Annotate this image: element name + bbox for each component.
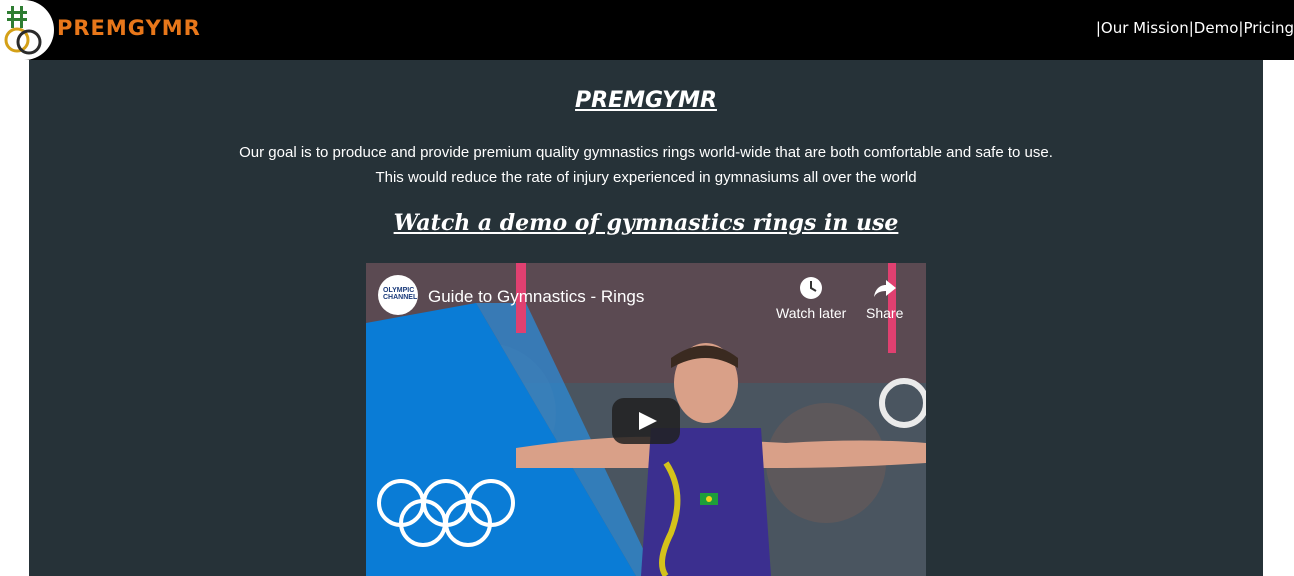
nav-item-our-mission[interactable]: Our Mission	[1101, 19, 1189, 37]
channel-avatar[interactable]: OLYMPIC CHANNEL	[378, 275, 418, 315]
watch-later-button[interactable]: Watch later	[776, 275, 846, 321]
channel-badge-text: OLYMPIC CHANNEL	[383, 287, 418, 301]
share-button[interactable]: Share	[866, 275, 903, 321]
video-embed[interactable]: OLYMPIC CHANNEL Guide to Gymnastics - Ri…	[366, 263, 926, 576]
watch-later-label: Watch later	[776, 305, 847, 321]
page-title: PREMGYMR	[575, 88, 717, 113]
mission-line-2: This would reduce the rate of injury exp…	[375, 169, 917, 186]
logo[interactable]	[0, 0, 54, 60]
top-nav: |Our Mission|Demo|Pricing	[1096, 19, 1294, 37]
demo-heading: Watch a demo of gymnastics rings in use	[393, 210, 899, 236]
mission-section: PREMGYMR Our goal is to produce and prov…	[29, 60, 1263, 576]
mission-text: Our goal is to produce and provide premi…	[29, 140, 1263, 190]
clock-icon	[800, 277, 823, 299]
share-icon	[873, 280, 896, 297]
video-title[interactable]: Guide to Gymnastics - Rings	[428, 287, 644, 307]
nav-item-pricing[interactable]: Pricing	[1243, 19, 1294, 37]
share-label: Share	[866, 305, 904, 321]
brand-name[interactable]: PREMGYMR	[57, 16, 201, 40]
play-button[interactable]	[612, 398, 680, 444]
nav-item-demo[interactable]: Demo	[1194, 19, 1239, 37]
rings-logo-icon	[4, 6, 42, 55]
mission-line-1: Our goal is to produce and provide premi…	[239, 144, 1053, 161]
site-header: PREMGYMR |Our Mission|Demo|Pricing	[0, 0, 1294, 60]
